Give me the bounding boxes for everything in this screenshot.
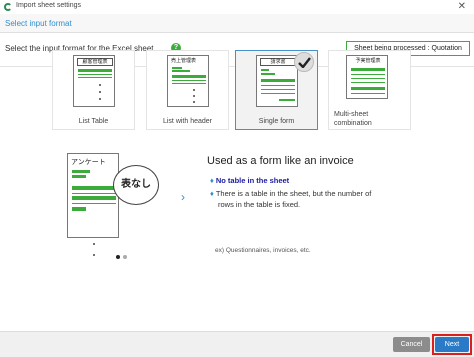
pager-dots bbox=[116, 252, 130, 261]
format-card-single-form[interactable]: 請求書 Single form bbox=[235, 50, 318, 130]
format-card-label: List with header bbox=[162, 118, 213, 125]
sheet-title: 売上管理表 bbox=[171, 58, 207, 66]
format-description-title: Used as a form like an invoice bbox=[207, 155, 354, 167]
format-card-label: Multi-sheet combination bbox=[334, 111, 372, 127]
pager-dot[interactable] bbox=[123, 255, 127, 259]
list-table-sheet-icon: 顧客管理表 bbox=[73, 55, 115, 107]
description-bullet-1: ♦ No table in the sheet bbox=[210, 176, 290, 185]
multi-sheet-icon: 予実管理表 bbox=[346, 55, 388, 99]
next-button[interactable]: Next bbox=[435, 337, 469, 352]
format-card-list: 顧客管理表 List Table 売上管理表 List with header … bbox=[52, 50, 416, 130]
chevron-right-icon[interactable]: › bbox=[181, 190, 185, 204]
window-titlebar: Import sheet settings ✕ bbox=[0, 0, 474, 14]
no-table-bubble: 表なし bbox=[113, 165, 159, 205]
format-card-list-with-header[interactable]: 売上管理表 List with header bbox=[146, 50, 229, 130]
cancel-button[interactable]: Cancel bbox=[393, 337, 430, 352]
selected-check-icon bbox=[294, 52, 314, 72]
close-icon[interactable]: ✕ bbox=[458, 0, 466, 14]
page-title: Select input format bbox=[5, 19, 72, 28]
format-card-label: List Table bbox=[78, 118, 109, 125]
sheet-title: 請求書 bbox=[260, 58, 296, 66]
description-bullet-2: ♦ There is a table in the sheet, but the … bbox=[210, 189, 372, 209]
format-card-label: Single form bbox=[258, 118, 295, 125]
single-form-sheet-icon: 請求書 bbox=[256, 55, 298, 107]
window-title: Import sheet settings bbox=[16, 2, 81, 9]
header-band: Select input format bbox=[0, 14, 474, 33]
list-with-header-sheet-icon: 売上管理表 bbox=[167, 55, 209, 107]
app-logo-icon bbox=[4, 3, 12, 11]
next-button-highlight: Next bbox=[432, 334, 472, 355]
sheet-title: アンケート bbox=[71, 159, 106, 166]
sheet-title: 顧客管理表 bbox=[77, 58, 113, 66]
questionnaire-sheet-icon: アンケート bbox=[67, 153, 119, 238]
description-example: ex) Questionnaires, invoices, etc. bbox=[215, 247, 311, 254]
sheet-title: 予実管理表 bbox=[350, 58, 386, 66]
footer-bar: Cancel Next bbox=[0, 331, 474, 357]
format-illustration: アンケート 表なし › bbox=[35, 143, 190, 256]
format-card-list-table[interactable]: 顧客管理表 List Table bbox=[52, 50, 135, 130]
format-card-multi-sheet[interactable]: 予実管理表 Multi-sheet combination bbox=[328, 50, 411, 130]
pager-dot-active[interactable] bbox=[116, 255, 120, 259]
